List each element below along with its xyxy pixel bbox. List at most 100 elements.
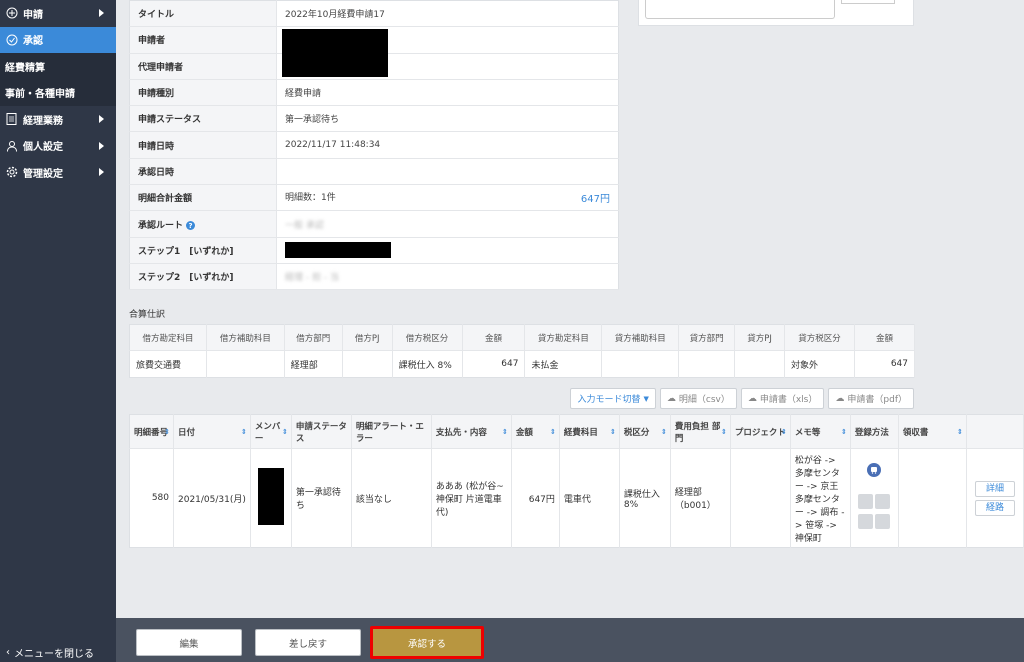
journal-row: 旅費交通費 経理部 課税仕入 8% 647 未払金 対象外 647: [129, 350, 916, 378]
sidebar-item-label: 申請: [23, 9, 43, 21]
return-button[interactable]: 差し戻す: [255, 629, 361, 656]
sort-icon: ⇕: [502, 427, 508, 436]
caret-down-icon: ▼: [643, 394, 649, 403]
column-header[interactable]: 明細番号 ⇕: [129, 414, 174, 449]
download-csv-button[interactable]: ☁ 明細（csv）: [659, 388, 737, 409]
column-header[interactable]: 費用負担 部門 ⇕: [670, 414, 731, 449]
journal-title: 合算仕訳: [129, 310, 166, 320]
info-row-date: 申請日時 2022/11/17 11:48:34: [129, 131, 619, 159]
sidebar-item-label: 経理業務: [23, 115, 63, 127]
sort-icon: ⇕: [610, 427, 616, 436]
sidebar-item-expense[interactable]: 経費精算: [0, 53, 116, 80]
redacted-block: [257, 468, 284, 525]
sidebar-item-pre-application[interactable]: 事前・各種申請: [0, 79, 116, 106]
sort-icon: ⇕: [241, 427, 247, 436]
close-menu-label: メニューを閉じる: [14, 648, 94, 660]
close-menu-button[interactable]: ‹ メニューを閉じる: [0, 642, 116, 662]
comment-panel: [638, 0, 914, 26]
cloud-download-icon: ☁: [747, 393, 757, 404]
sidebar-item-approve[interactable]: 承認: [0, 26, 116, 53]
help-icon[interactable]: ?: [186, 221, 196, 231]
journal-header: 借方勘定科目 借方補助科目 借方部門 借方PJ 借方税区分 金額 貸方勘定科目 …: [129, 324, 916, 351]
column-header[interactable]: 支払先・内容 ⇕: [431, 414, 512, 449]
column-header[interactable]: 領収書 ⇕: [898, 414, 967, 449]
document-icon: [5, 113, 18, 126]
sidebar-item-admin[interactable]: 管理設定: [0, 159, 116, 186]
info-row-applicant: 申請者: [129, 26, 619, 78]
column-header[interactable]: 税区分 ⇕: [619, 414, 671, 449]
sort-icon: ⇕: [550, 427, 556, 436]
chevron-right-icon: [99, 9, 104, 18]
approve-button[interactable]: 承認する: [370, 626, 484, 659]
sidebar-item-label: 経費精算: [5, 62, 45, 74]
sort-icon: ⇕: [282, 427, 288, 436]
info-row-type: 申請種別 経費申請: [129, 79, 619, 107]
info-row-step1: ステップ1 [いずれか]: [129, 237, 619, 264]
column-header[interactable]: 金額 ⇕: [511, 414, 560, 449]
chevron-right-icon: [99, 141, 104, 150]
info-row-step2: ステップ2 [いずれか] 経理 - 担 - 当: [129, 263, 619, 291]
sort-icon: ⇕: [781, 427, 787, 436]
chevron-right-icon: [99, 115, 104, 124]
sidebar-item-label: 個人設定: [23, 142, 63, 154]
table-row: 580 2021/05/31(月) 第一承認待ち 該当なし あああ (松が谷~神…: [129, 448, 1024, 548]
info-row-title: タイトル 2022年10月経費申請17: [129, 0, 619, 28]
edit-button[interactable]: 編集: [136, 629, 242, 656]
detail-count: 明細数：1件: [285, 193, 336, 204]
person-icon: [5, 139, 18, 152]
route-button[interactable]: 経路: [974, 499, 1015, 516]
sidebar-item-accounting[interactable]: 経理業務: [0, 106, 116, 133]
sidebar-item-personal[interactable]: 個人設定: [0, 133, 116, 160]
sort-icon: ⇕: [164, 427, 170, 436]
column-header[interactable]: 申請ステータス: [291, 414, 352, 449]
info-row-approved-date: 承認日時: [129, 158, 619, 186]
sort-icon: ⇕: [661, 427, 667, 436]
column-header[interactable]: 登録方法: [850, 414, 899, 449]
comment-button[interactable]: [841, 0, 895, 4]
detail-toolbar: 入力モード切替 ▼ ☁ 明細（csv） ☁ 申請書（xls） ☁ 申請書（pdf…: [570, 388, 914, 409]
column-header[interactable]: メモ等 ⇕: [790, 414, 851, 449]
comment-textarea[interactable]: [645, 0, 835, 19]
sort-icon: ⇕: [841, 427, 847, 436]
route-value: 一般 承認: [285, 220, 324, 231]
cloud-download-icon: ☁: [835, 393, 845, 404]
sort-icon: ⇕: [957, 427, 963, 436]
check-circle-icon: [5, 33, 18, 46]
column-header[interactable]: 経費科目 ⇕: [559, 414, 620, 449]
chevron-right-icon: [99, 168, 104, 177]
sidebar-item-label: 承認: [23, 36, 43, 48]
sidebar-item-apply[interactable]: 申請: [0, 0, 116, 27]
detail-table: 明細番号 ⇕ 日付 ⇕ メンバー ⇕ 申請ステータス 明細アラート・エラー 支払先・内…: [129, 414, 1024, 548]
step2-value: 経理 - 担 - 当: [285, 273, 339, 284]
redacted-block: [285, 242, 391, 259]
main-content: タイトル 2022年10月経費申請17 申請者 代理申請者 申請種別 経費申請 …: [116, 0, 1024, 662]
register-method-icon: [875, 514, 891, 529]
download-pdf-button[interactable]: ☁ 申請書（pdf）: [828, 388, 914, 409]
register-method-icon: [875, 494, 891, 509]
train-icon: [867, 463, 882, 477]
application-info-table: タイトル 2022年10月経費申請17 申請者 代理申請者 申請種別 経費申請 …: [129, 0, 619, 291]
input-mode-toggle-button[interactable]: 入力モード切替 ▼: [570, 388, 656, 409]
action-bar: 編集 差し戻す 承認する: [116, 618, 1024, 662]
column-header[interactable]: メンバー ⇕: [250, 414, 292, 449]
sort-icon: ⇕: [721, 427, 727, 436]
gear-icon: [5, 166, 18, 179]
detail-header: 明細番号 ⇕ 日付 ⇕ メンバー ⇕ 申請ステータス 明細アラート・エラー 支払先・内…: [129, 414, 1024, 449]
download-xls-button[interactable]: ☁ 申請書（xls）: [740, 388, 825, 409]
column-header[interactable]: 明細アラート・エラー: [351, 414, 432, 449]
info-row-status: 申請ステータス 第一承認待ち: [129, 105, 619, 133]
redacted-block: [282, 29, 388, 78]
sidebar-item-label: 事前・各種申請: [5, 89, 75, 101]
journal-table: 借方勘定科目 借方補助科目 借方部門 借方PJ 借方税区分 金額 貸方勘定科目 …: [129, 324, 916, 378]
info-row-route: 承認ルート? 一般 承認: [129, 210, 619, 238]
register-method-icon: [858, 514, 874, 529]
cloud-download-icon: ☁: [666, 393, 676, 404]
register-method-icon: [858, 494, 874, 509]
chevron-left-icon: ‹: [6, 646, 10, 658]
total-amount: 647円: [580, 194, 610, 206]
detail-button[interactable]: 詳細: [974, 480, 1015, 497]
column-header[interactable]: プロジェクト ⇕: [730, 414, 791, 449]
sidebar: 申請 承認 経費精算 事前・各種申請 経理業務 個人設定 管理設定 ‹ メニュー…: [0, 0, 116, 662]
info-row-total: 明細合計金額 明細数：1件 647円: [129, 184, 619, 212]
column-header[interactable]: 日付 ⇕: [173, 414, 251, 449]
